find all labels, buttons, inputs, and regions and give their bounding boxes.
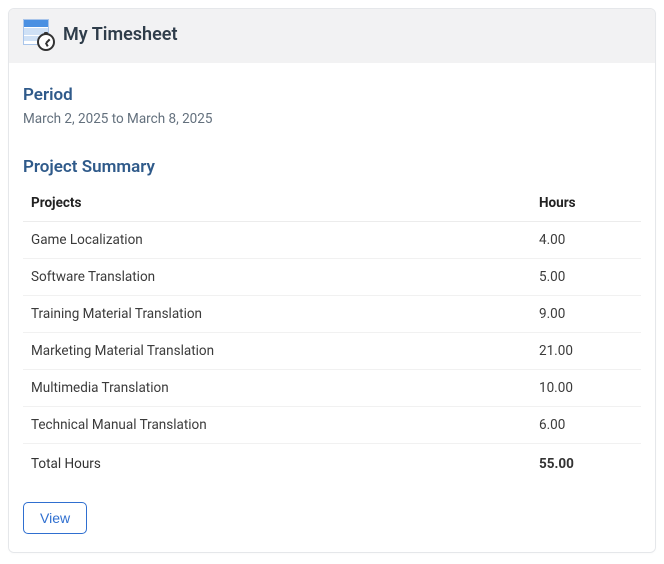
cell-hours: 4.00 (531, 222, 641, 259)
col-hours: Hours (531, 185, 641, 222)
cell-hours: 5.00 (531, 259, 641, 296)
summary-label: Project Summary (23, 157, 641, 177)
project-summary-table: Projects Hours Game Localization 4.00 So… (23, 185, 641, 482)
table-row: Game Localization 4.00 (23, 222, 641, 259)
table-row: Marketing Material Translation 21.00 (23, 333, 641, 370)
cell-project: Software Translation (23, 259, 531, 296)
timesheet-card: My Timesheet Period March 2, 2025 to Mar… (8, 8, 656, 553)
card-body: Period March 2, 2025 to March 8, 2025 Pr… (9, 63, 655, 552)
table-row: Technical Manual Translation 6.00 (23, 407, 641, 444)
actions-row: View (23, 502, 641, 534)
page-title: My Timesheet (63, 24, 178, 45)
period-label: Period (23, 85, 641, 105)
cell-project: Multimedia Translation (23, 370, 531, 407)
cell-project: Technical Manual Translation (23, 407, 531, 444)
cell-project: Marketing Material Translation (23, 333, 531, 370)
table-total-row: Total Hours 55.00 (23, 444, 641, 483)
table-row: Software Translation 5.00 (23, 259, 641, 296)
table-row: Multimedia Translation 10.00 (23, 370, 641, 407)
cell-hours: 6.00 (531, 407, 641, 444)
cell-hours: 21.00 (531, 333, 641, 370)
total-hours: 55.00 (531, 444, 641, 483)
total-label: Total Hours (23, 444, 531, 483)
cell-hours: 9.00 (531, 296, 641, 333)
cell-hours: 10.00 (531, 370, 641, 407)
cell-project: Game Localization (23, 222, 531, 259)
view-button[interactable]: View (23, 502, 87, 534)
timesheet-icon (23, 19, 53, 49)
period-range: March 2, 2025 to March 8, 2025 (23, 111, 641, 127)
col-projects: Projects (23, 185, 531, 222)
cell-project: Training Material Translation (23, 296, 531, 333)
card-header: My Timesheet (9, 9, 655, 63)
table-header-row: Projects Hours (23, 185, 641, 222)
table-row: Training Material Translation 9.00 (23, 296, 641, 333)
